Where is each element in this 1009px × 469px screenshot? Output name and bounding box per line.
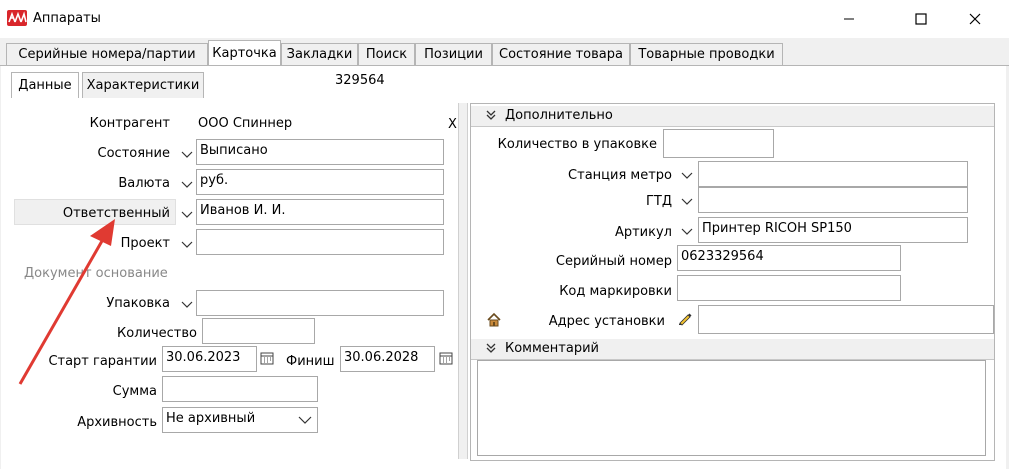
serial-label: Серийный номер (555, 254, 672, 269)
comment-field[interactable] (477, 360, 986, 456)
gtd-label: ГТД (645, 194, 672, 209)
collapse-icon[interactable] (485, 342, 497, 358)
gtd-field[interactable] (698, 187, 968, 213)
metro-field[interactable] (698, 161, 968, 187)
chevron-down-icon[interactable] (679, 221, 695, 241)
extra-header-label: Дополнительно (505, 108, 613, 123)
article-label: Артикул (614, 225, 672, 240)
marking-label: Код маркировки (559, 284, 672, 299)
comment-header-label: Комментарий (505, 341, 599, 356)
metro-label: Станция метро (568, 168, 672, 183)
address-label: Адрес установки (548, 314, 665, 329)
comment-header[interactable]: Комментарий (471, 339, 994, 360)
pack-qty-field[interactable] (663, 129, 774, 158)
marking-field[interactable] (677, 275, 901, 301)
edit-pencil-icon[interactable] (677, 310, 693, 330)
article-field[interactable]: Принтер RICOH SP150 (698, 217, 968, 243)
extra-header[interactable]: Дополнительно (471, 106, 994, 127)
extra-panel: Дополнительно Количество в упаковке Стан… (470, 103, 995, 461)
address-field[interactable] (698, 305, 994, 334)
pack-qty-label: Количество в упаковке (497, 137, 657, 152)
serial-field[interactable]: 0623329564 (677, 245, 901, 271)
collapse-icon[interactable] (485, 109, 497, 125)
chevron-down-icon[interactable] (679, 191, 695, 211)
panel-splitter[interactable] (458, 103, 468, 459)
chevron-down-icon[interactable] (679, 165, 695, 185)
